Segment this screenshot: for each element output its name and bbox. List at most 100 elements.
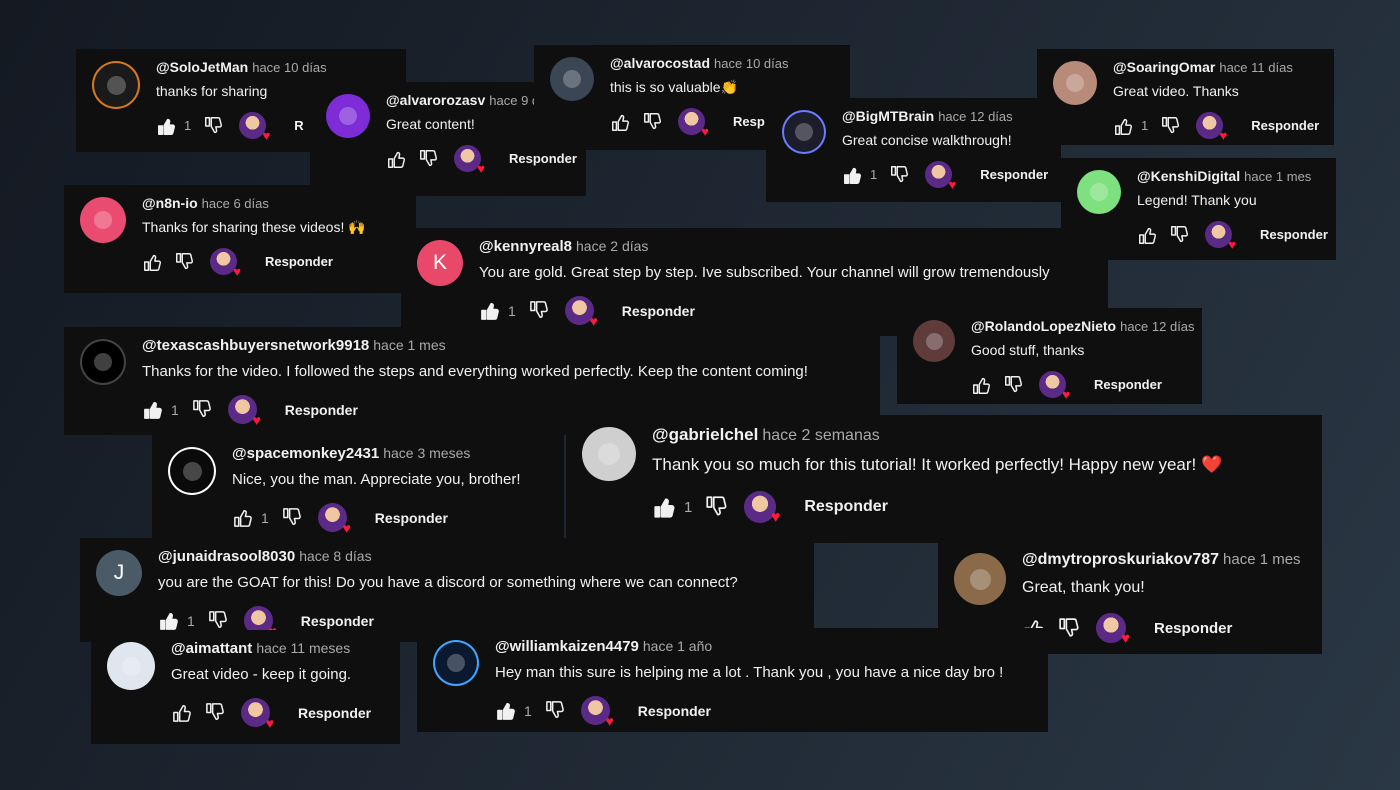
avatar[interactable] — [92, 61, 140, 109]
avatar[interactable]: J — [96, 550, 142, 596]
dislike-icon[interactable] — [191, 398, 214, 421]
reply-button[interactable]: Responder — [301, 613, 374, 629]
dislike-icon[interactable] — [642, 111, 664, 133]
avatar[interactable] — [326, 94, 370, 138]
comment-time[interactable]: hace 12 días — [938, 109, 1012, 124]
dislike-icon[interactable] — [889, 164, 911, 186]
like-icon[interactable] — [142, 398, 165, 421]
like-icon[interactable] — [610, 111, 632, 133]
reply-button[interactable]: Responder — [804, 498, 888, 516]
avatar[interactable] — [782, 110, 826, 154]
dislike-icon[interactable] — [528, 299, 551, 322]
avatar[interactable]: K — [417, 240, 463, 286]
comment-time[interactable]: hace 3 meses — [383, 445, 470, 461]
comment-header: @kennyreal8 hace 2 días — [479, 238, 648, 255]
comment-time[interactable]: hace 6 días — [202, 196, 269, 211]
like-icon[interactable] — [479, 299, 502, 322]
comment-time[interactable]: hace 2 semanas — [762, 427, 879, 444]
comment-author[interactable]: @n8n-io — [142, 195, 198, 211]
comment-time[interactable]: hace 1 mes — [373, 337, 445, 353]
like-icon[interactable] — [842, 164, 864, 186]
comment-time[interactable]: hace 1 mes — [1244, 169, 1311, 184]
like-icon[interactable] — [232, 506, 255, 529]
avatar[interactable] — [1077, 170, 1121, 214]
dislike-icon[interactable] — [1169, 224, 1191, 246]
avatar-figure — [94, 353, 112, 371]
reply-button[interactable]: Responder — [285, 402, 358, 418]
dislike-icon[interactable] — [704, 494, 730, 520]
like-icon[interactable] — [156, 115, 178, 137]
comment-time[interactable]: hace 12 días — [1120, 319, 1194, 334]
like-icon[interactable] — [495, 699, 518, 722]
reply-button[interactable]: Responder — [1251, 118, 1319, 133]
comment-author[interactable]: @gabrielchel — [652, 425, 758, 444]
reply-button[interactable]: Responder — [298, 705, 371, 721]
reply-button[interactable]: Responder — [1094, 377, 1162, 392]
avatar[interactable] — [107, 642, 155, 690]
comment-header: @n8n-io hace 6 días — [142, 195, 269, 211]
comment-author[interactable]: @spacemonkey2431 — [232, 445, 379, 462]
reply-button[interactable]: Responder — [622, 303, 695, 319]
like-icon[interactable] — [158, 609, 181, 632]
comment-author[interactable]: @aimattant — [171, 640, 252, 657]
avatar[interactable] — [80, 339, 126, 385]
avatar[interactable] — [913, 320, 955, 362]
avatar[interactable] — [1053, 61, 1097, 105]
avatar[interactable] — [582, 427, 636, 481]
comment-author[interactable]: @SoloJetMan — [156, 59, 248, 75]
comment-time[interactable]: hace 1 mes — [1223, 551, 1301, 568]
like-icon[interactable] — [1113, 115, 1135, 137]
dislike-icon[interactable] — [1057, 616, 1082, 641]
dislike-icon[interactable] — [1160, 115, 1182, 137]
reply-button[interactable]: Responder — [980, 167, 1048, 182]
reply-button[interactable]: Resp — [733, 114, 765, 129]
avatar[interactable] — [433, 640, 479, 686]
comment-time[interactable]: hace 10 días — [252, 60, 326, 75]
like-icon[interactable] — [1137, 224, 1159, 246]
like-icon[interactable] — [652, 494, 678, 520]
avatar[interactable] — [80, 197, 126, 243]
avatar[interactable] — [168, 447, 216, 495]
comment-author[interactable]: @williamkaizen4479 — [495, 638, 639, 655]
comment-author[interactable]: @junaidrasool8030 — [158, 548, 295, 565]
avatar[interactable] — [954, 553, 1006, 605]
comment-header: @texascashbuyersnetwork9918 hace 1 mes — [142, 337, 446, 354]
dislike-icon[interactable] — [418, 148, 440, 170]
dislike-icon[interactable] — [203, 115, 225, 137]
comment-author[interactable]: @RolandoLopezNieto — [971, 318, 1116, 334]
dislike-icon[interactable] — [1003, 374, 1025, 396]
comment-time[interactable]: hace 8 días — [299, 548, 371, 564]
like-icon[interactable] — [386, 148, 408, 170]
comment-author[interactable]: @alvarocostad — [610, 55, 710, 71]
reply-button[interactable]: Responder — [1154, 620, 1232, 637]
avatar[interactable] — [550, 57, 594, 101]
dislike-icon[interactable] — [174, 251, 196, 273]
comment-text: Great content! — [386, 116, 475, 132]
reply-button[interactable]: Responder — [375, 510, 448, 526]
reply-button[interactable]: Responder — [638, 703, 711, 719]
comment-author[interactable]: @dmytroproskuriakov787 — [1022, 551, 1219, 568]
reply-button[interactable]: Responder — [265, 254, 333, 269]
like-icon[interactable] — [971, 374, 993, 396]
dislike-icon[interactable] — [207, 609, 230, 632]
avatar-figure — [94, 211, 112, 229]
dislike-icon[interactable] — [544, 699, 567, 722]
comment-author[interactable]: @SoaringOmar — [1113, 59, 1215, 75]
comment-time[interactable]: hace 2 días — [576, 238, 648, 254]
like-icon[interactable] — [142, 251, 164, 273]
comment-time[interactable]: hace 11 días — [1219, 60, 1292, 75]
comment-time[interactable]: hace 1 año — [643, 638, 712, 654]
comment-time[interactable]: hace 11 meses — [256, 640, 350, 656]
like-icon[interactable] — [171, 701, 194, 724]
comment-author[interactable]: @BigMTBrain — [842, 108, 934, 124]
comment-author[interactable]: @texascashbuyersnetwork9918 — [142, 337, 369, 354]
dislike-icon[interactable] — [281, 506, 304, 529]
reply-button[interactable]: R — [294, 118, 303, 133]
reply-button[interactable]: Responder — [1260, 227, 1328, 242]
reply-button[interactable]: Responder — [509, 151, 577, 166]
comment-author[interactable]: @kennyreal8 — [479, 238, 572, 255]
comment-author[interactable]: @alvarorozasv — [386, 92, 485, 108]
comment-time[interactable]: hace 10 días — [714, 56, 788, 71]
comment-author[interactable]: @KenshiDigital — [1137, 168, 1240, 184]
dislike-icon[interactable] — [204, 701, 227, 724]
